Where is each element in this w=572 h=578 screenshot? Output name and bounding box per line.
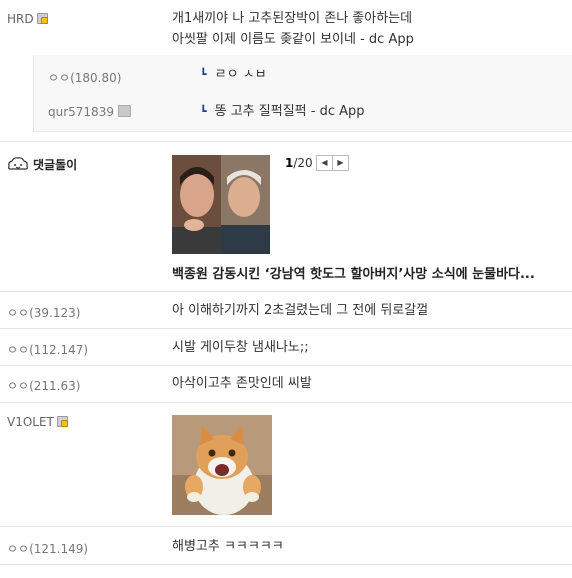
nick-text[interactable]: ㅇㅇ	[48, 71, 70, 85]
comment-text: 아 이해하기까지 2초걸렸는데 그 전에 뒤로갈껄	[172, 303, 429, 318]
nick-text[interactable]: ㅇㅇ	[7, 343, 29, 357]
comment-nick[interactable]: ㅇㅇ(121.149)	[7, 540, 88, 557]
comment-line: 개1새끼야 나 고추된장박이 존나 좋아하는데	[172, 11, 413, 26]
nick-text[interactable]: ㅇㅇ	[7, 379, 29, 393]
pager-total: /20	[293, 156, 313, 170]
gray-badge-icon	[117, 105, 131, 117]
comment-nick[interactable]: ㅇㅇ(112.147)	[7, 341, 88, 358]
nick-text[interactable]: 댓글돌이	[33, 158, 77, 172]
reply-nick[interactable]: ㅇㅇ(180.80)	[48, 69, 121, 86]
comment-row	[0, 403, 572, 527]
reply-nick[interactable]: qur571839	[48, 105, 131, 119]
nick-text[interactable]: qur571839	[48, 105, 114, 119]
next-page-icon[interactable]: ▶	[332, 155, 349, 171]
reply-text: ┗ 똥 고추 질퍽질퍽 - dc App	[200, 101, 365, 122]
cat-image[interactable]	[172, 415, 272, 515]
ip-text: (112.147)	[29, 343, 89, 357]
reply-arrow-icon: ┗	[200, 68, 207, 81]
lock-badge-icon	[36, 13, 48, 24]
comment-nick[interactable]: ㅇㅇ(211.63)	[7, 377, 80, 394]
ip-text: (180.80)	[70, 71, 122, 85]
pager-count: 1/20	[285, 156, 313, 170]
bot-face-icon	[8, 157, 28, 170]
news-thumbnail[interactable]	[172, 155, 270, 254]
ip-text: (39.123)	[29, 306, 81, 320]
nick-text[interactable]: V1OLET	[7, 415, 54, 429]
comment-text: 시발 게이두창 냄새나노;;	[172, 340, 309, 355]
news-title[interactable]: 백종원 감동시킨 ‘강남역 핫도그 할아버지’사망 소식에 눈물바다...	[172, 263, 535, 282]
ip-text: (121.149)	[29, 542, 89, 556]
comment-nick[interactable]: 댓글돌이	[7, 155, 77, 173]
nick-text[interactable]: HRD	[7, 12, 34, 26]
reply-content: 똥 고추 질퍽질퍽 - dc App	[214, 104, 365, 119]
comment-nick[interactable]: HRD	[7, 12, 48, 26]
prev-page-icon[interactable]: ◀	[316, 155, 333, 171]
reply-text: ┗ ㄹㅇ ㅅㅂ	[200, 64, 267, 85]
ip-text: (211.63)	[29, 379, 81, 393]
comment-line: 아씻팔 이제 이름도 좆같이 보이네 - dc App	[172, 32, 414, 47]
nick-text[interactable]: ㅇㅇ	[7, 306, 29, 320]
comment-text: 아삭이고추 존맛인데 씨발	[172, 376, 312, 391]
reply-arrow-icon: ┗	[200, 105, 207, 118]
comment-nick[interactable]: V1OLET	[7, 415, 68, 429]
comment-nick[interactable]: ㅇㅇ(39.123)	[7, 304, 80, 321]
lock-badge-icon	[56, 416, 68, 427]
comment-text: 개1새끼야 나 고추된장박이 존나 좋아하는데 아씻팔 이제 이름도 좆같이 보…	[172, 8, 414, 50]
comment-text: 해병고추 ㅋㅋㅋㅋㅋ	[172, 539, 284, 554]
reply-content: ㄹㅇ ㅅㅂ	[214, 67, 267, 82]
nick-text[interactable]: ㅇㅇ	[7, 542, 29, 556]
